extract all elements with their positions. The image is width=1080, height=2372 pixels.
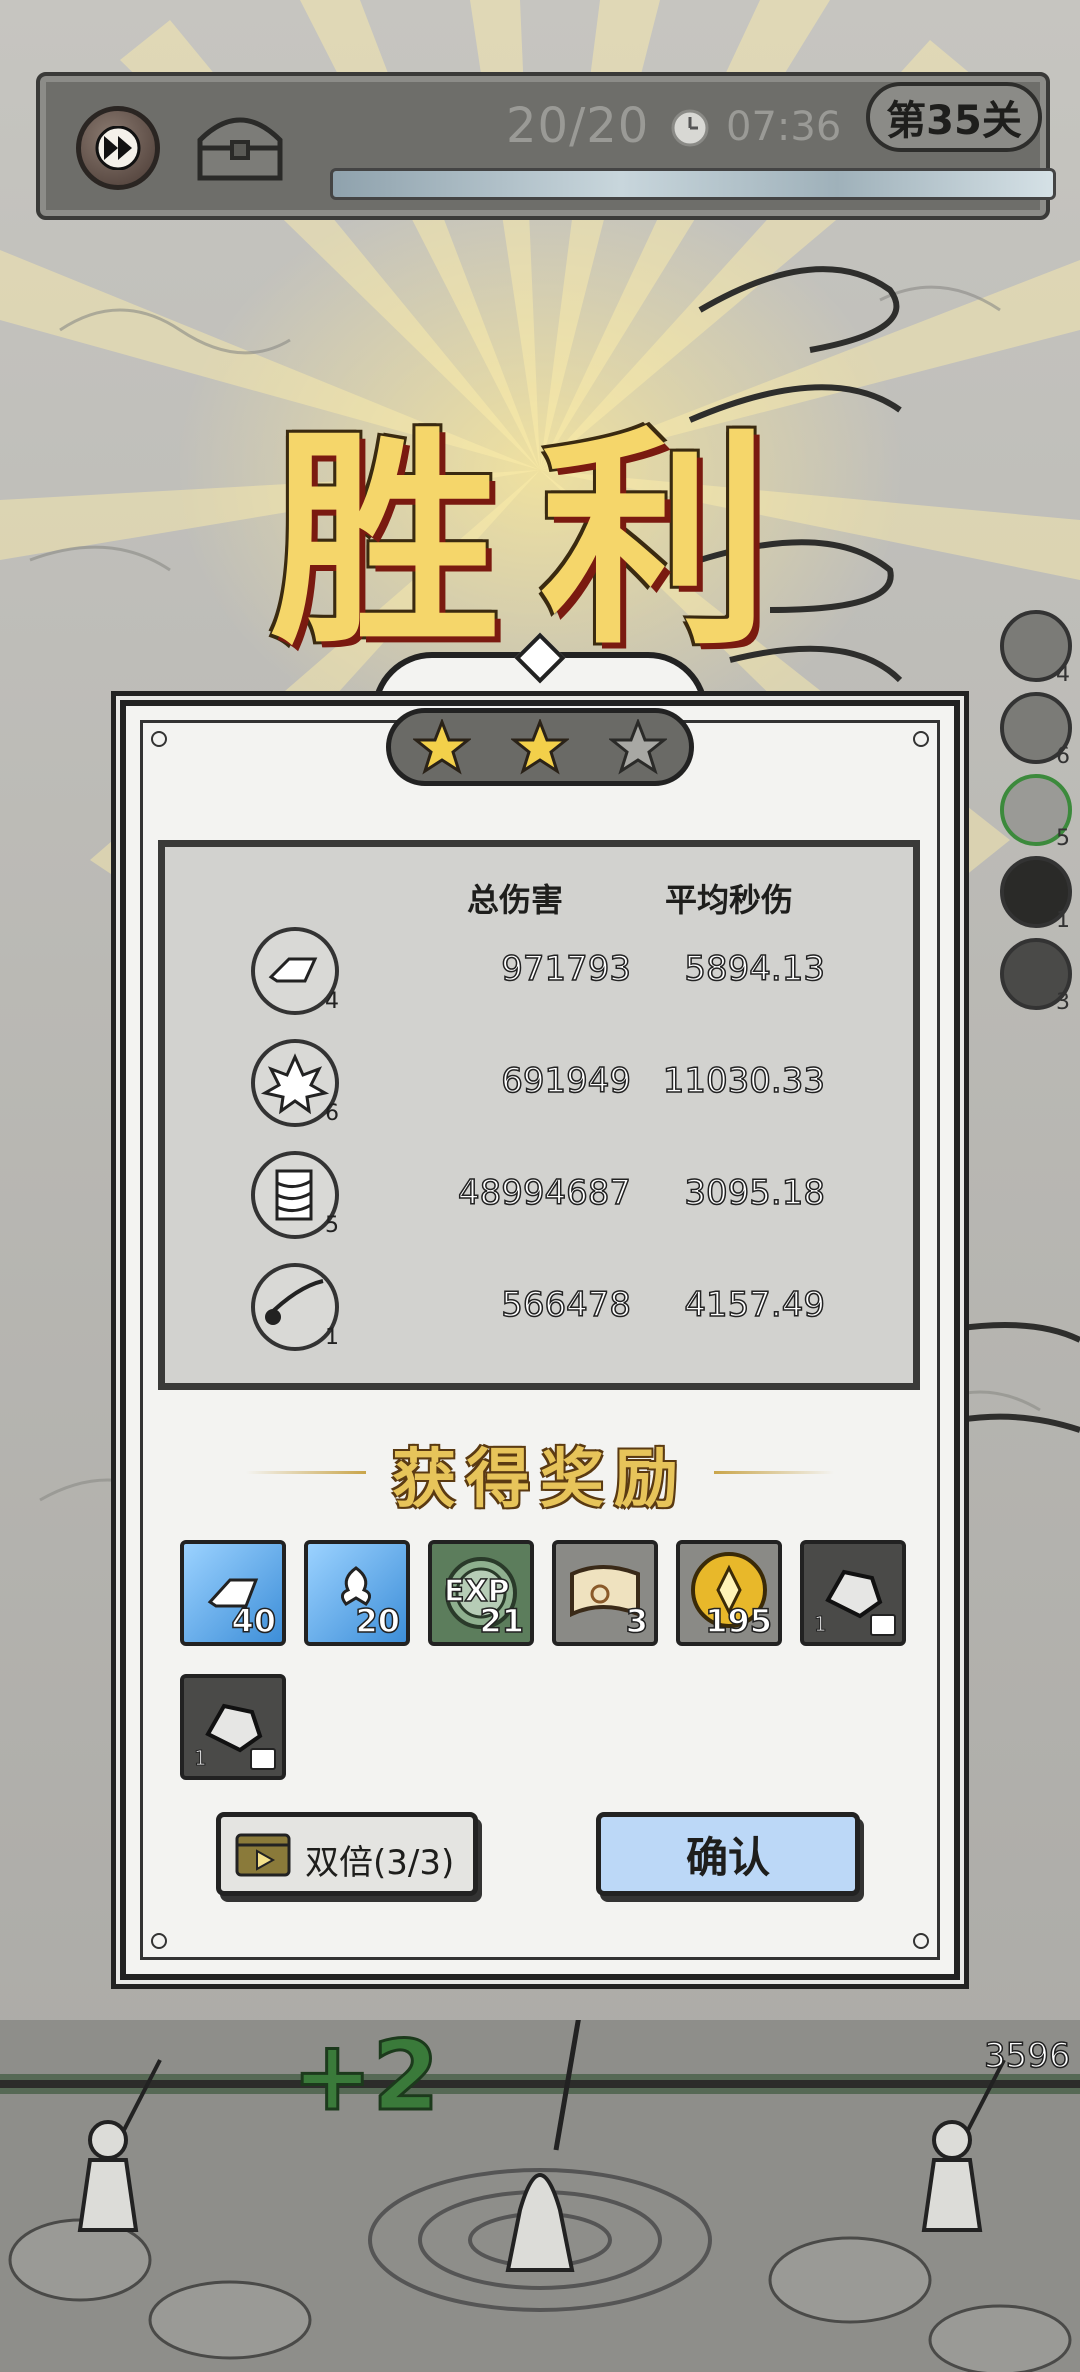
column-header-dps: 平均秒伤 (665, 881, 794, 919)
damage-stats-table: 总伤害 平均秒伤 4 971793 5894.13 6 691949 11030… (158, 840, 920, 1390)
reward-count: 40 (231, 1601, 277, 1641)
dps-value: 3095.18 (684, 1172, 826, 1214)
wall-hp-value: 3596 (983, 2035, 1071, 2077)
total-damage-value: 691949 (500, 1060, 631, 1102)
reward-count: 1 (194, 1746, 208, 1771)
reward-count: 195 (704, 1601, 772, 1641)
battle-timer: 07:36 (726, 104, 842, 150)
skill-level: 6 (325, 1101, 339, 1126)
fast-forward-button[interactable] (76, 106, 160, 190)
treasure-chest-button[interactable] (192, 110, 288, 186)
reward-count: 20 (355, 1601, 401, 1641)
dps-value: 4157.49 (684, 1284, 826, 1326)
equipment-badge-icon (870, 1614, 896, 1636)
clock-icon (671, 109, 709, 147)
reward-item[interactable]: 1 (800, 1540, 906, 1646)
video-ad-icon (235, 1833, 291, 1877)
battlefield-scene (0, 2020, 1080, 2372)
side-skill-level: 3 (1056, 990, 1070, 1015)
corner-rivet (913, 1933, 929, 1949)
reward-count: 1 (814, 1612, 828, 1637)
column-header-total-damage: 总伤害 (467, 881, 564, 919)
total-damage-value: 971793 (500, 948, 631, 990)
double-reward-label: 双倍(3/3) (305, 1843, 455, 1883)
corner-rivet (151, 731, 167, 747)
skill-level: 5 (325, 1213, 339, 1238)
reward-item[interactable]: 20 (304, 1540, 410, 1646)
level-label: 第35关 (866, 82, 1042, 152)
star-filled-icon (413, 719, 471, 775)
gain-indicator: +2 (290, 2019, 440, 2134)
side-skill-level: 1 (1056, 908, 1070, 933)
dps-value: 11030.33 (662, 1060, 826, 1102)
dps-value: 5894.13 (684, 948, 826, 990)
table-row: 4 971793 5894.13 (165, 927, 913, 1027)
reward-count: 3 (625, 1601, 649, 1641)
star-rating (386, 708, 694, 786)
corner-rivet (913, 731, 929, 747)
skill-level: 1 (325, 1325, 339, 1350)
skill-level: 4 (325, 989, 339, 1014)
table-row: 1 566478 4157.49 (165, 1263, 913, 1363)
reward-item[interactable]: 40 (180, 1540, 286, 1646)
rewards-title: 获得奖励 (392, 1442, 688, 1517)
side-skill-level: 6 (1056, 744, 1070, 769)
base-health-bar (330, 168, 1056, 200)
side-skill-level: 5 (1056, 826, 1070, 851)
equipment-badge-icon (250, 1748, 276, 1770)
top-hud: 20/20 07:36 第35关 (36, 72, 1056, 220)
reward-item[interactable]: 195 (676, 1540, 782, 1646)
table-row: 6 691949 11030.33 (165, 1039, 913, 1139)
total-damage-value: 48994687 (457, 1172, 632, 1214)
confirm-button[interactable]: 确认 (596, 1812, 860, 1896)
reward-item[interactable]: 1 (180, 1674, 286, 1780)
wave-counter: 20/20 (506, 98, 650, 154)
total-damage-value: 566478 (500, 1284, 631, 1326)
fast-forward-icon (95, 126, 141, 170)
corner-rivet (151, 1933, 167, 1949)
reward-count: 21 (479, 1601, 525, 1641)
reward-item[interactable]: EXP 21 (428, 1540, 534, 1646)
star-filled-icon (511, 719, 569, 775)
table-row: 5 48994687 3095.18 (165, 1151, 913, 1251)
star-empty-icon (609, 719, 667, 775)
side-skill-level: 4 (1056, 662, 1070, 687)
treasure-chest-icon (197, 117, 283, 181)
double-reward-button[interactable]: 双倍(3/3) (216, 1812, 478, 1896)
reward-item[interactable]: 3 (552, 1540, 658, 1646)
